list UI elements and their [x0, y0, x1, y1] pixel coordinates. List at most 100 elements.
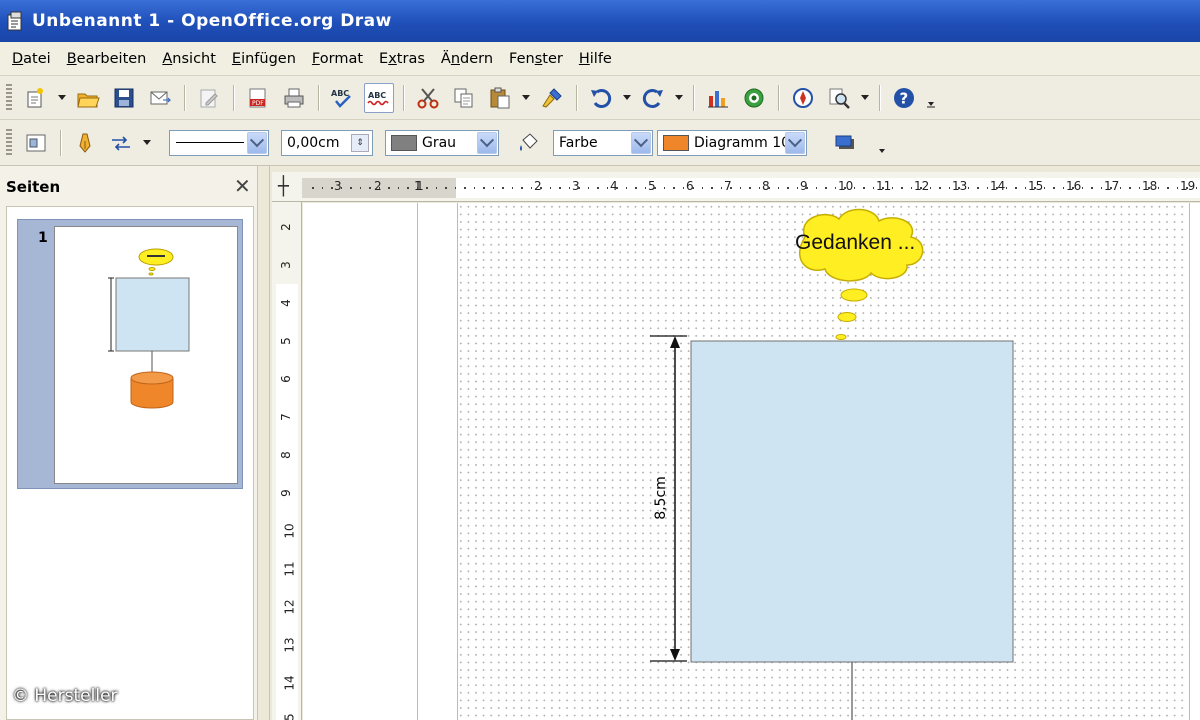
shadow-icon[interactable]: [830, 128, 860, 158]
pane-splitter[interactable]: [258, 166, 270, 720]
line-color-select[interactable]: Grau: [385, 129, 499, 156]
menu-extras[interactable]: Extras: [371, 51, 433, 67]
print-icon[interactable]: [279, 83, 309, 113]
ruler-minor-tick: [1157, 187, 1159, 189]
drawing-objects: [650, 208, 1014, 720]
menu-format[interactable]: Format: [304, 51, 371, 67]
toolbar-separator: [60, 129, 61, 156]
ruler-tick-label: 14: [990, 179, 1006, 193]
horizontal-ruler[interactable]: 3 2 1 2 3 4 5 6 7 8 9 10 11 12 13 14 15 16 17 18 19 1: [272, 172, 1200, 202]
arrow-style-dropdown-arrow[interactable]: [143, 140, 151, 145]
tab-stop-type-icon[interactable]: ┼: [278, 176, 289, 197]
zoom-dropdown-arrow[interactable]: [861, 95, 869, 100]
area-fill-swatch: [663, 134, 689, 151]
copy-icon[interactable]: [449, 83, 479, 113]
styles-icon[interactable]: [21, 128, 51, 158]
arrow-style-icon[interactable]: [106, 128, 136, 158]
spellcheck-icon[interactable]: ABC: [328, 83, 358, 113]
toolbar-separator: [403, 84, 404, 111]
new-dropdown-arrow[interactable]: [58, 95, 66, 100]
chart-icon[interactable]: [703, 83, 733, 113]
ruler-minor-tick: [834, 187, 836, 189]
area-fill-select[interactable]: Diagramm 10: [657, 129, 807, 156]
spin-icon[interactable]: ⇕: [351, 133, 369, 152]
toolbar-separator: [184, 84, 185, 111]
ruler-minor-tick: [435, 187, 437, 189]
zoom-icon[interactable]: [824, 83, 854, 113]
chevron-down-icon[interactable]: [631, 131, 651, 154]
format-paintbrush-icon[interactable]: [537, 83, 567, 113]
toolbar-overflow-icon[interactable]: [876, 128, 888, 158]
thought-cloud-shape[interactable]: [799, 208, 924, 340]
line-style-select[interactable]: [169, 129, 269, 156]
menu-ansicht[interactable]: Ansicht: [154, 51, 224, 67]
ruler-minor-tick: [929, 187, 931, 189]
page-thumbnail-item[interactable]: 1: [17, 219, 243, 489]
svg-text:ABC: ABC: [331, 89, 349, 98]
menu-ändern[interactable]: Ändern: [433, 51, 501, 67]
edit-file-icon[interactable]: [194, 83, 224, 113]
line-width-field[interactable]: 0,00cm ⇕: [281, 129, 373, 156]
ruler-minor-tick: [587, 187, 589, 189]
undo-dropdown-arrow[interactable]: [623, 95, 631, 100]
ruler-minor-tick: [720, 187, 722, 189]
redo-icon[interactable]: [638, 83, 668, 113]
line-icon[interactable]: [70, 128, 100, 158]
ruler-minor-tick: [1015, 187, 1017, 189]
new-icon[interactable]: [21, 83, 51, 113]
area-style-label: Farbe: [559, 134, 598, 151]
menu-hilfe[interactable]: Hilfe: [571, 51, 620, 67]
paste-icon[interactable]: [485, 83, 515, 113]
ruler-minor-tick: [1091, 187, 1093, 189]
ruler-tick-label: 10: [282, 523, 297, 539]
toolbar-separator: [778, 84, 779, 111]
ruler-tick-label: 13: [282, 637, 297, 653]
ruler-minor-tick: [891, 187, 893, 189]
chevron-down-icon[interactable]: [477, 131, 497, 154]
menu-bearbeiten[interactable]: Bearbeiten: [59, 51, 155, 67]
ruler-tick-label: 8: [762, 179, 770, 193]
ruler-minor-tick: [1100, 187, 1102, 189]
rectangle-shape[interactable]: [690, 340, 1014, 663]
line-style-preview: [170, 142, 247, 143]
ruler-minor-tick: [473, 187, 475, 189]
help-icon[interactable]: ?: [889, 83, 919, 113]
area-fill-bucket-icon[interactable]: [514, 128, 544, 158]
menu-datei[interactable]: Datei: [4, 51, 59, 67]
ruler-minor-tick: [625, 187, 627, 189]
window-title: Unbenannt 1 - OpenOffice.org Draw: [32, 11, 392, 31]
gallery-icon[interactable]: [788, 83, 818, 113]
toolbar-grip[interactable]: [6, 83, 12, 112]
ruler-minor-tick: [825, 187, 827, 189]
cut-icon[interactable]: [413, 83, 443, 113]
pages-panel-title: Seiten: [6, 178, 61, 196]
ruler-minor-tick: [1005, 187, 1007, 189]
drawing-canvas[interactable]: Gedanken ... 8,5cm: [303, 203, 1200, 720]
open-icon[interactable]: [73, 83, 103, 113]
navigator-icon[interactable]: [739, 83, 769, 113]
redo-dropdown-arrow[interactable]: [675, 95, 683, 100]
close-icon[interactable]: ✕: [234, 174, 251, 198]
toolbar-overflow-icon[interactable]: [925, 83, 937, 113]
page-thumbnail[interactable]: [54, 226, 238, 484]
email-icon[interactable]: [145, 83, 175, 113]
save-icon[interactable]: [109, 83, 139, 113]
ruler-minor-tick: [815, 187, 817, 189]
ruler-minor-tick: [673, 187, 675, 189]
vertical-ruler[interactable]: 2 3 4 5 6 7 8 9 10 11 12 13 14 15: [272, 202, 302, 720]
toolbar-separator: [233, 84, 234, 111]
ruler-tick-label: 3: [572, 179, 580, 193]
ruler-minor-tick: [492, 187, 494, 189]
chevron-down-icon[interactable]: [247, 131, 267, 154]
standard-toolbar: PDF ABC ABC ?: [0, 76, 1200, 120]
ruler-minor-tick: [397, 187, 399, 189]
chevron-down-icon[interactable]: [785, 131, 805, 154]
toolbar-grip[interactable]: [6, 128, 12, 157]
autospellcheck-icon[interactable]: ABC: [364, 82, 394, 113]
undo-icon[interactable]: [586, 83, 616, 113]
area-style-select[interactable]: Farbe: [553, 129, 653, 156]
paste-dropdown-arrow[interactable]: [522, 95, 530, 100]
export-pdf-icon[interactable]: PDF: [243, 83, 273, 113]
menu-einfügen[interactable]: Einfügen: [224, 51, 304, 67]
menu-fenster[interactable]: Fenster: [501, 51, 571, 67]
